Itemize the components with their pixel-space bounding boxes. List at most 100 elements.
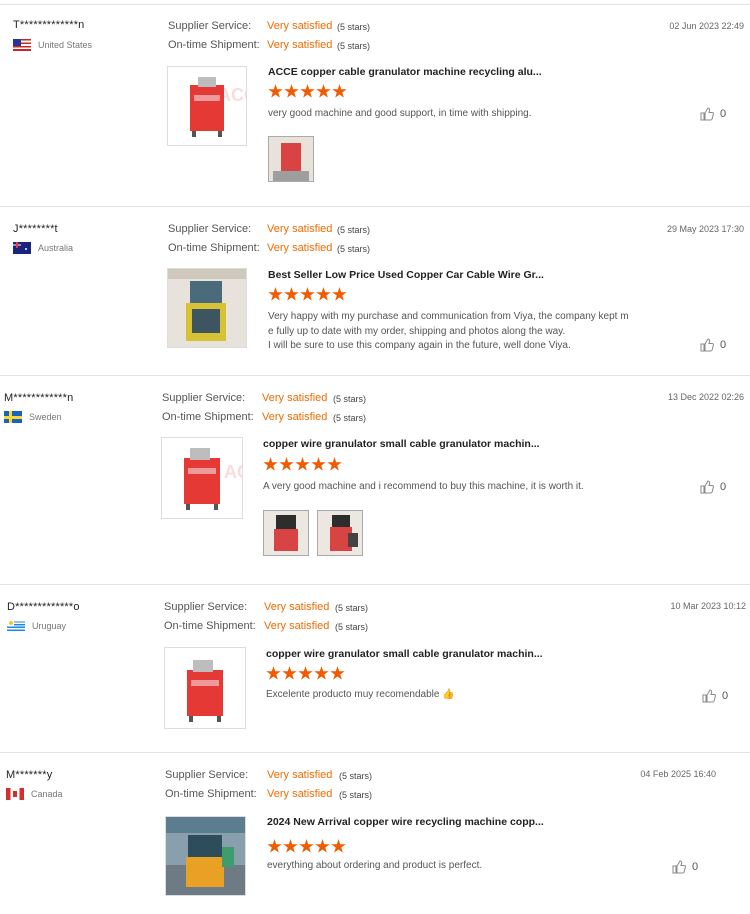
reviewer-country: United States (13, 39, 92, 51)
supplier-service-label: Supplier Service: (168, 20, 252, 32)
ontime-shipment-stars: (5 stars) (337, 41, 371, 51)
product-thumbnail[interactable] (164, 647, 246, 729)
star-icon (268, 84, 283, 98)
canada-flag-icon (6, 788, 24, 800)
product-title-link[interactable]: 2024 New Arrival copper wire recycling m… (267, 816, 544, 828)
australia-flag-icon (13, 242, 31, 254)
product-thumbnail[interactable] (165, 816, 246, 896)
review-item: J********t Australia Supplier Service: V… (0, 206, 750, 375)
granulator-machine-icon (187, 660, 223, 722)
divider (0, 752, 750, 753)
star-icon (311, 457, 326, 471)
review-date: 02 Jun 2023 22:49 (669, 21, 744, 31)
watermark-logo: ACCE (218, 85, 246, 105)
product-title-link[interactable]: ACCE copper cable granulator machine rec… (268, 66, 542, 78)
product-title-link[interactable]: Best Seller Low Price Used Copper Car Ca… (268, 269, 544, 281)
star-icon (298, 666, 313, 680)
supplier-service-label: Supplier Service: (168, 223, 252, 235)
ontime-shipment-rating: Very satisfied (267, 242, 333, 254)
supplier-service-rating: Very satisfied (267, 223, 333, 235)
supplier-service-rating: Very satisfied (262, 392, 328, 404)
like-button[interactable]: 0 (672, 860, 698, 874)
country-name: Australia (38, 243, 74, 253)
supplier-service-label: Supplier Service: (165, 769, 249, 781)
star-icon (332, 287, 347, 301)
divider (0, 584, 750, 585)
sweden-flag-icon (4, 411, 22, 423)
review-item: D*************o Uruguay Supplier Service… (0, 584, 750, 752)
granulator-machine-icon (166, 817, 245, 895)
star-rating (266, 666, 345, 681)
supplier-service-stars: (5 stars) (337, 22, 371, 32)
star-icon (267, 839, 282, 853)
granulator-machine-icon (190, 77, 224, 137)
reviewer-name: J********t (13, 223, 58, 235)
thumbs-up-icon (702, 689, 716, 703)
review-comment: everything about ordering and product is… (267, 860, 483, 871)
divider (0, 4, 750, 5)
supplier-service-label: Supplier Service: (164, 601, 248, 613)
star-icon (279, 457, 294, 471)
divider (0, 375, 750, 376)
supplier-service-rating: Very satisfied (267, 769, 333, 781)
star-icon (266, 666, 281, 680)
thumbs-up-icon (700, 338, 714, 352)
like-button[interactable]: 0 (700, 480, 726, 494)
uruguay-flag-icon (7, 620, 25, 632)
review-photo[interactable] (317, 510, 363, 556)
reviewer-name: D*************o (7, 601, 80, 613)
star-icon (284, 287, 299, 301)
star-icon (300, 84, 315, 98)
product-thumbnail[interactable] (167, 268, 247, 348)
granulator-machine-icon (168, 269, 246, 347)
product-title-link[interactable]: copper wire granulator small cable granu… (263, 438, 540, 450)
review-photo[interactable] (268, 136, 314, 182)
review-item: M************n Sweden Supplier Service: … (0, 375, 750, 584)
star-icon (299, 839, 314, 853)
review-item: M*******y Canada Supplier Service: Very … (0, 752, 750, 914)
divider (0, 206, 750, 207)
us-flag-icon (13, 39, 31, 51)
like-count: 0 (720, 108, 727, 120)
star-icon (314, 666, 329, 680)
star-icon (327, 457, 342, 471)
star-rating (268, 287, 347, 302)
review-item: T*************n United States Supplier S… (0, 0, 750, 206)
star-icon (283, 839, 298, 853)
ontime-shipment-stars: (5 stars) (335, 622, 369, 632)
star-rating (263, 457, 342, 472)
star-icon (332, 84, 347, 98)
like-button[interactable]: 0 (700, 338, 726, 352)
star-icon (282, 666, 297, 680)
product-thumbnail[interactable]: ACCE (167, 66, 247, 146)
review-date: 10 Mar 2023 10:12 (670, 601, 746, 611)
product-title-link[interactable]: copper wire granulator small cable granu… (266, 648, 543, 660)
star-icon (331, 839, 346, 853)
star-icon (295, 457, 310, 471)
product-thumbnail[interactable]: ACCE (161, 437, 243, 519)
reviewer-country: Uruguay (7, 620, 66, 632)
review-date: 29 May 2023 17:30 (666, 224, 744, 234)
like-button[interactable]: 0 (702, 689, 728, 703)
star-icon (330, 666, 345, 680)
ontime-shipment-label: On-time Shipment: (164, 620, 256, 632)
machine-photo-icon (318, 511, 362, 555)
star-icon (315, 839, 330, 853)
supplier-service-stars: (5 stars) (337, 225, 371, 235)
country-name: Sweden (29, 412, 62, 422)
reviewer-name: M************n (4, 392, 74, 404)
country-name: Canada (31, 789, 63, 799)
star-icon (300, 287, 315, 301)
like-count: 0 (720, 481, 727, 493)
reviewer-country: Sweden (4, 411, 62, 423)
supplier-service-stars: (5 stars) (333, 394, 367, 404)
review-photo[interactable] (263, 510, 309, 556)
like-count: 0 (722, 690, 729, 702)
ontime-shipment-stars: (5 stars) (333, 413, 367, 423)
reviewer-country: Australia (13, 242, 73, 254)
like-count: 0 (720, 339, 727, 351)
like-button[interactable]: 0 (700, 107, 726, 121)
like-count: 0 (692, 861, 699, 873)
ontime-shipment-label: On-time Shipment: (168, 39, 260, 51)
supplier-service-label: Supplier Service: (162, 392, 246, 404)
